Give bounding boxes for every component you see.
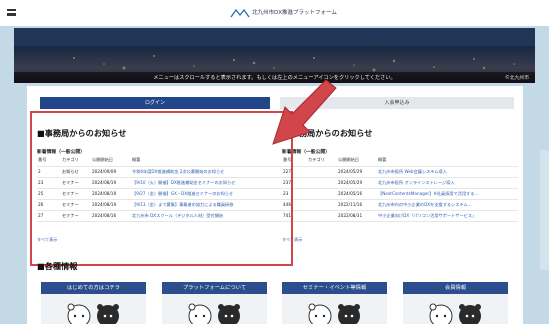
card-label: プラットフォームについて bbox=[162, 282, 267, 294]
tab-login[interactable]: ログイン bbox=[40, 97, 270, 109]
hero-banner: メニューはスクロールすると表示されます。もしくは左上のメニューアイコンをクリック… bbox=[14, 28, 535, 83]
news-link[interactable]: 【NextContentsManager】※社員採用で活用する... bbox=[377, 188, 518, 200]
logo-mark[interactable] bbox=[230, 9, 250, 18]
card-label: はじめての方はコチラ bbox=[41, 282, 146, 294]
card-seminar[interactable]: セミナー・イベント等情報 bbox=[282, 282, 387, 324]
mascot-icon bbox=[67, 303, 119, 324]
news-right-table: 番号 カテゴリ 公開開始日 概要 227 2024/05/29 北九州市役所 W… bbox=[282, 155, 518, 222]
top-bar: 北九州市DX推進プラットフォーム bbox=[0, 0, 549, 26]
table-row[interactable]: 446 2022/11/16 北九州市内の中小企業のDXを支援するシステム... bbox=[282, 199, 518, 211]
card-first-time[interactable]: はじめての方はコチラ bbox=[41, 282, 146, 324]
table-row[interactable]: 741 2022/08/31 中小企業向けDX「パソコン活用サポートサービス」 bbox=[282, 210, 518, 222]
side-panel-edge bbox=[540, 150, 549, 270]
table-header-row: 番号 カテゴリ 公開開始日 概要 bbox=[282, 155, 518, 167]
column-header: カテゴリ bbox=[307, 155, 337, 167]
column-header: 公開開始日 bbox=[337, 155, 377, 167]
news-category bbox=[307, 177, 337, 189]
news-category bbox=[307, 188, 337, 200]
news-category bbox=[307, 199, 337, 211]
table-row[interactable]: 227 2024/05/29 北九州市役所 Web会議システム導入 bbox=[282, 166, 518, 178]
news-category bbox=[307, 210, 337, 222]
card-label: 会員情報 bbox=[403, 282, 508, 294]
table-row[interactable]: 23 2024/05/16 【NextContentsManager】※社員採用… bbox=[282, 188, 518, 200]
hero-credit: ©北九州市 bbox=[505, 76, 529, 81]
news-link[interactable]: 中小企業向けDX「パソコン活用サポートサービス」 bbox=[377, 210, 518, 222]
card-members[interactable]: 会員情報 bbox=[403, 282, 508, 324]
news-date: 2024/05/16 bbox=[337, 188, 377, 200]
table-row[interactable]: 237 2024/05/29 北九州市役所 オンラインストレージ導入 bbox=[282, 177, 518, 189]
card-label: セミナー・イベント等情報 bbox=[282, 282, 387, 294]
mascot-icon bbox=[188, 303, 240, 324]
news-link[interactable]: 北九州市役所 Web会議システム導入 bbox=[377, 166, 518, 178]
news-date: 2024/05/29 bbox=[337, 166, 377, 178]
news-link[interactable]: 北九州市役所 オンラインストレージ導入 bbox=[377, 177, 518, 189]
mascot-icon bbox=[429, 303, 481, 324]
news-category bbox=[307, 166, 337, 178]
card-platform[interactable]: プラットフォームについて bbox=[162, 282, 267, 324]
news-link[interactable]: 北九州市内の中小企業のDXを支援するシステム... bbox=[377, 199, 518, 211]
mascot-icon bbox=[308, 303, 360, 324]
annotation-arrow-icon bbox=[272, 80, 337, 145]
news-date: 2022/11/16 bbox=[337, 199, 377, 211]
news-date: 2022/08/31 bbox=[337, 210, 377, 222]
hamburger-icon[interactable] bbox=[7, 9, 16, 16]
highlight-box bbox=[30, 111, 293, 266]
info-title: ■各種情報 bbox=[37, 261, 78, 271]
news-date: 2024/05/29 bbox=[337, 177, 377, 189]
site-title[interactable]: 北九州市DX推進プラットフォーム bbox=[252, 8, 337, 16]
column-header: 概要 bbox=[377, 155, 518, 167]
